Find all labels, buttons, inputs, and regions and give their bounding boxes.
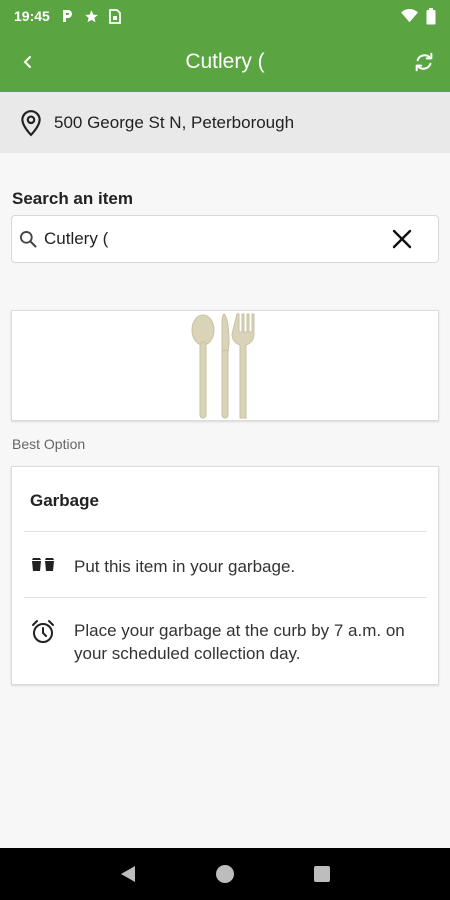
star-icon bbox=[84, 9, 99, 24]
disposal-option-card: Garbage Put this item in your garbage. P… bbox=[11, 466, 439, 685]
item-image-card bbox=[11, 310, 439, 421]
parking-icon bbox=[60, 9, 74, 23]
address-text: 500 George St N, Peterborough bbox=[54, 112, 295, 132]
location-pin-icon bbox=[21, 109, 41, 136]
page-title: Cutlery ( bbox=[185, 50, 265, 73]
clear-search-button[interactable] bbox=[382, 219, 422, 259]
divider bbox=[24, 597, 427, 598]
search-value: Cutlery ( bbox=[44, 229, 109, 248]
best-option-label: Best Option bbox=[12, 436, 86, 452]
divider bbox=[24, 531, 427, 532]
cutlery-icon bbox=[191, 312, 255, 418]
back-button[interactable] bbox=[16, 50, 40, 74]
close-icon bbox=[392, 229, 412, 249]
app-bar: Cutlery ( bbox=[0, 32, 450, 92]
instruction-row: Place your garbage at the curb by 7 a.m.… bbox=[30, 619, 424, 665]
instruction-text: Put this item in your garbage. bbox=[74, 557, 296, 576]
status-right bbox=[401, 7, 436, 25]
status-bar: 19:45 bbox=[0, 0, 450, 32]
refresh-icon bbox=[415, 52, 433, 72]
instruction-text: Place your garbage at the curb by 7 a.m.… bbox=[74, 621, 405, 663]
search-icon bbox=[20, 231, 37, 248]
garbage-bins-icon bbox=[30, 555, 56, 573]
status-time: 19:45 bbox=[14, 8, 50, 24]
search-label: Search an item bbox=[12, 189, 133, 208]
status-left: 19:45 bbox=[14, 8, 121, 24]
wifi-icon bbox=[401, 9, 418, 23]
nav-back-icon bbox=[121, 866, 136, 882]
refresh-button[interactable] bbox=[410, 48, 438, 76]
address-bar[interactable]: 500 George St N, Peterborough bbox=[0, 92, 450, 153]
nav-recents-icon bbox=[313, 866, 330, 882]
sim-card-icon bbox=[108, 8, 121, 24]
nav-home-icon bbox=[215, 865, 234, 883]
nav-recents-button[interactable] bbox=[302, 854, 342, 894]
option-title: Garbage bbox=[30, 491, 99, 510]
nav-back-button[interactable] bbox=[108, 854, 148, 894]
battery-icon bbox=[426, 7, 436, 25]
alarm-clock-icon bbox=[30, 619, 56, 645]
chevron-left-icon bbox=[23, 56, 31, 68]
system-nav-bar bbox=[0, 848, 450, 900]
instruction-row: Put this item in your garbage. bbox=[30, 555, 424, 578]
nav-home-button[interactable] bbox=[205, 854, 245, 894]
search-input[interactable]: Cutlery ( bbox=[11, 215, 439, 263]
